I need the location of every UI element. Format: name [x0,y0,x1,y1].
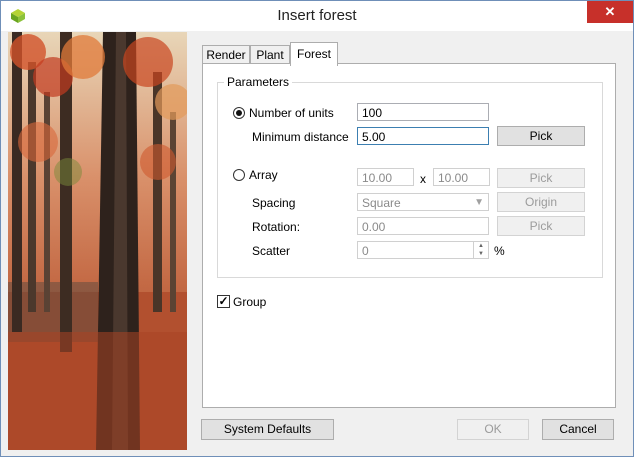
spin-arrows-icon[interactable]: ▲ ▼ [473,242,488,258]
ok-button[interactable]: OK [457,419,529,440]
chevron-down-icon: ▼ [474,197,484,208]
array-x-separator: x [420,172,426,186]
system-defaults-button[interactable]: System Defaults [201,419,334,440]
tab-plant[interactable]: Plant [250,45,290,65]
array-pick-button[interactable]: Pick [497,168,585,188]
spacing-select-value: Square [362,196,401,210]
array-label: Array [249,168,278,182]
number-of-units-label: Number of units [249,106,334,120]
scatter-unit: % [494,244,505,258]
spacing-select[interactable]: Square ▼ [357,193,489,211]
minimum-distance-label: Minimum distance [252,130,349,144]
rotation-label: Rotation: [252,220,301,234]
parameters-group-label: Parameters [224,75,293,89]
insert-forest-dialog: Insert forest ✕ Render Plant Forest Para… [0,0,634,457]
cancel-button[interactable]: Cancel [542,419,614,440]
tab-render[interactable]: Render [202,45,250,65]
spacing-label: Spacing [252,196,296,210]
group-checkbox[interactable]: ✓ [217,295,230,308]
origin-button[interactable]: Origin [497,192,585,212]
scatter-value: 0 [362,244,369,258]
array-radio[interactable] [233,169,245,181]
scatter-label: Scatter [252,244,291,258]
number-of-units-input[interactable]: 100 [357,103,489,121]
minimum-distance-input[interactable]: 5.00 [357,127,489,145]
group-checkbox-label: Group [233,295,267,309]
close-button[interactable]: ✕ [587,1,633,23]
rotation-input[interactable]: 0.00 [357,217,489,235]
parameters-group: Parameters Number of units 100 Minimum d… [217,75,603,278]
forest-preview-image [8,32,187,450]
array-y-input[interactable]: 10.00 [433,168,490,186]
tab-forest[interactable]: Forest [290,42,338,66]
scatter-spinbox[interactable]: 0 ▲ ▼ [357,241,489,259]
number-of-units-radio[interactable] [233,107,245,119]
title-bar: Insert forest ✕ [1,1,633,31]
minimum-distance-pick-button[interactable]: Pick [497,126,585,146]
forest-tab-panel: Parameters Number of units 100 Minimum d… [202,63,616,408]
rotation-pick-button[interactable]: Pick [497,216,585,236]
window-title: Insert forest [277,7,357,24]
array-x-input[interactable]: 10.00 [357,168,414,186]
